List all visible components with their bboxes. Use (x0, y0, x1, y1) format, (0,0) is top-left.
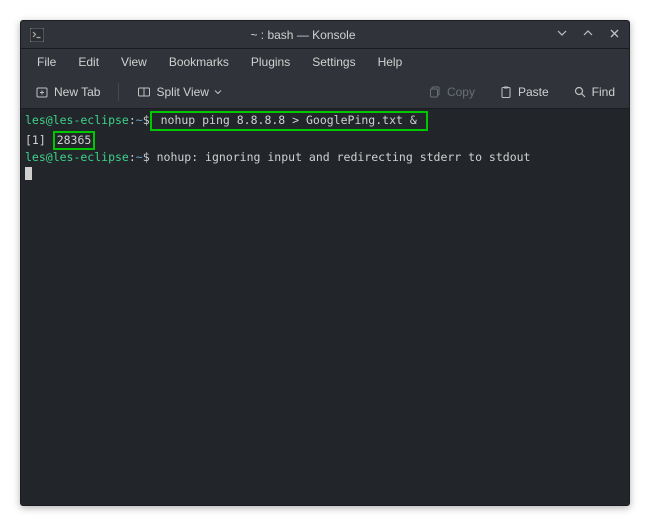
split-view-label: Split View (156, 85, 208, 99)
toolbar-separator (118, 83, 119, 101)
prompt-dollar: $ (143, 113, 150, 127)
copy-label: Copy (447, 85, 475, 99)
paste-button[interactable]: Paste (493, 81, 555, 103)
window-controls (555, 27, 621, 42)
new-tab-icon (35, 85, 49, 99)
terminal-area[interactable]: les@les-eclipse:~$ nohup ping 8.8.8.8 > … (21, 109, 629, 505)
new-tab-label: New Tab (54, 85, 100, 99)
menu-file[interactable]: File (27, 51, 66, 73)
menu-bookmarks[interactable]: Bookmarks (159, 51, 239, 73)
paste-icon (499, 85, 513, 99)
split-view-button[interactable]: Split View (131, 81, 227, 103)
prompt-dollar: $ (143, 150, 150, 164)
menu-edit[interactable]: Edit (68, 51, 109, 73)
terminal-line-2: [1] 28365 (25, 131, 625, 151)
terminal-line-cursor (25, 166, 625, 182)
window-title: ~ : bash — Konsole (51, 28, 555, 42)
titlebar: ~ : bash — Konsole (21, 21, 629, 49)
split-view-icon (137, 85, 151, 99)
paste-label: Paste (518, 85, 549, 99)
app-icon (29, 27, 45, 43)
menubar: File Edit View Bookmarks Plugins Setting… (21, 49, 629, 75)
terminal-line-1: les@les-eclipse:~$ nohup ping 8.8.8.8 > … (25, 111, 625, 131)
toolbar: New Tab Split View Copy Paste (21, 75, 629, 109)
prompt-user: les@les-eclipse (25, 113, 129, 127)
copy-icon (428, 85, 442, 99)
menu-help[interactable]: Help (368, 51, 413, 73)
menu-plugins[interactable]: Plugins (241, 51, 300, 73)
find-button[interactable]: Find (567, 81, 621, 103)
prompt-path: ~ (136, 150, 143, 164)
terminal-line-3: les@les-eclipse:~$ nohup: ignoring input… (25, 150, 625, 166)
menu-settings[interactable]: Settings (302, 51, 365, 73)
minimize-button[interactable] (555, 27, 569, 42)
highlighted-pid: 28365 (53, 131, 96, 151)
konsole-window: ~ : bash — Konsole File Edit View Bookma… (20, 20, 630, 506)
prompt-sep: : (129, 113, 136, 127)
job-prefix: [1] (25, 133, 53, 147)
copy-button[interactable]: Copy (422, 81, 481, 103)
cursor (25, 167, 32, 180)
prompt-sep: : (129, 150, 136, 164)
chevron-down-icon (214, 85, 222, 99)
new-tab-button[interactable]: New Tab (29, 81, 106, 103)
nohup-output: nohup: ignoring input and redirecting st… (150, 150, 531, 164)
prompt-user: les@les-eclipse (25, 150, 129, 164)
maximize-button[interactable] (581, 27, 595, 42)
find-label: Find (592, 85, 615, 99)
prompt-path: ~ (136, 113, 143, 127)
close-button[interactable] (607, 27, 621, 42)
menu-view[interactable]: View (111, 51, 157, 73)
search-icon (573, 85, 587, 99)
highlighted-command: nohup ping 8.8.8.8 > GooglePing.txt & (150, 111, 428, 131)
